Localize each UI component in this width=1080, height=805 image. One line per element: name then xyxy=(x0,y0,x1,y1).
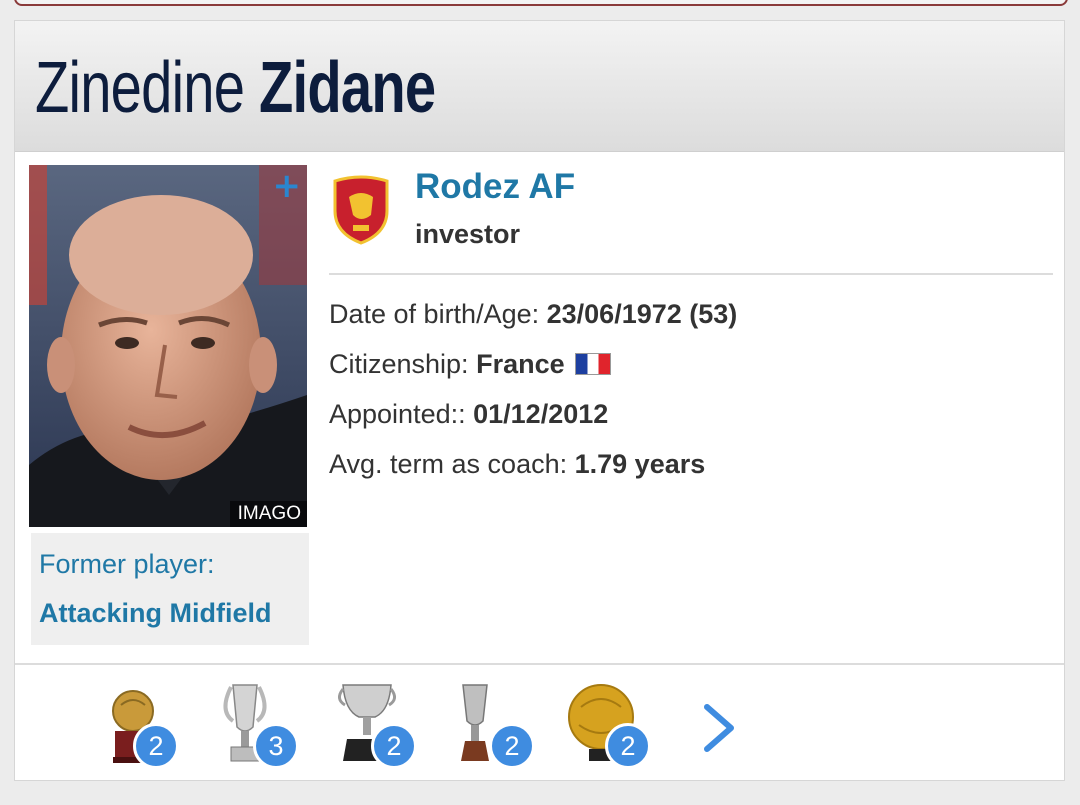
appointed-label: Appointed:: xyxy=(329,399,474,429)
citizenship-label: Citizenship: xyxy=(329,349,477,379)
birth-age-label: Date of birth/Age: xyxy=(329,299,547,329)
photo-credit: IMAGO xyxy=(229,501,307,527)
golden-ball-trophy-icon[interactable]: 2 xyxy=(563,681,663,771)
chevron-right-icon[interactable] xyxy=(697,703,741,753)
citizenship-value: France xyxy=(476,349,565,379)
details-divider xyxy=(329,273,1053,275)
portrait-image xyxy=(29,165,307,527)
france-flag-icon xyxy=(574,353,611,375)
birth-age-value: 23/06/1972 (53) xyxy=(546,299,738,329)
player-name: Zinedine Zidane xyxy=(35,45,436,131)
player-photo[interactable]: + IMAGO xyxy=(29,165,307,527)
ballon-dor-trophy-icon[interactable]: 2 xyxy=(95,681,195,771)
former-player-box: Former player: Attacking Midfield xyxy=(31,533,309,645)
trophy-count-badge: 2 xyxy=(489,723,535,769)
former-position-link[interactable]: Attacking Midfield xyxy=(39,598,272,629)
champions-league-trophy-icon[interactable]: 3 xyxy=(211,681,311,771)
avg-term-label: Avg. term as coach: xyxy=(329,449,575,479)
profile-card: Zinedine Zidane + IMAGO Former player: A… xyxy=(14,20,1065,781)
profile-header: Zinedine Zidane xyxy=(15,21,1064,152)
trophies-divider xyxy=(15,663,1064,665)
former-player-label: Former player: xyxy=(39,549,215,579)
citizenship-row: Citizenship: France xyxy=(329,349,611,380)
birth-age-row: Date of birth/Age: 23/06/1972 (53) xyxy=(329,299,737,330)
appointed-row: Appointed:: 01/12/2012 xyxy=(329,399,608,430)
last-name: Zidane xyxy=(259,48,436,128)
rodez-af-crest-icon[interactable] xyxy=(331,175,391,245)
super-cup-trophy-icon[interactable]: 2 xyxy=(447,681,547,771)
avg-term-value: 1.79 years xyxy=(574,449,706,479)
trophy-count-badge: 2 xyxy=(133,723,179,769)
club-role: investor xyxy=(415,219,521,249)
previous-card-edge xyxy=(14,0,1068,6)
laliga-trophy-icon[interactable]: 2 xyxy=(329,681,429,771)
appointed-value: 01/12/2012 xyxy=(473,399,609,429)
trophy-count-badge: 2 xyxy=(605,723,651,769)
avg-term-row: Avg. term as coach: 1.79 years xyxy=(329,449,705,480)
trophy-count-badge: 3 xyxy=(253,723,299,769)
trophy-count-badge: 2 xyxy=(371,723,417,769)
club-name-link[interactable]: Rodez AF xyxy=(415,167,575,207)
first-name: Zinedine xyxy=(35,48,245,128)
plus-icon[interactable]: + xyxy=(273,169,302,203)
